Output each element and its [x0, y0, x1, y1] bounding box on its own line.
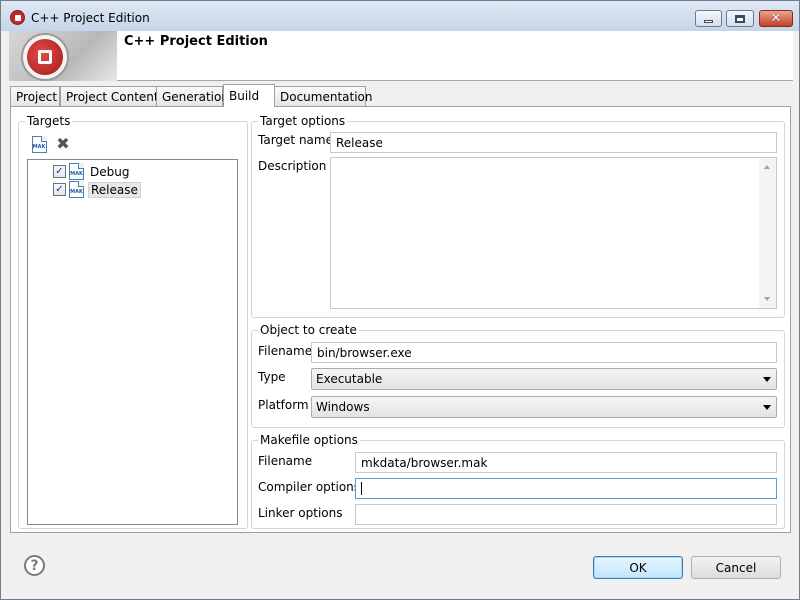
type-label: Type — [258, 370, 286, 384]
target-name-label: Target name — [258, 133, 333, 147]
header-banner: C++ Project Edition — [9, 31, 793, 81]
platform-select-value: Windows — [316, 400, 370, 414]
app-icon — [10, 10, 25, 25]
release-checkbox[interactable]: ✓ — [53, 183, 66, 196]
object-filename-input[interactable]: bin/browser.exe — [311, 342, 777, 363]
scroll-down-icon[interactable] — [764, 297, 770, 301]
tree-item-label: Debug — [90, 164, 130, 179]
description-label: Description — [258, 159, 327, 173]
tree-item-release[interactable]: ✓ MAK Release — [53, 181, 141, 198]
debug-checkbox[interactable]: ✓ — [53, 165, 66, 178]
build-tab-page: Targets MAK ✖ ✓ MAK Debug ✓ MAK Release … — [10, 106, 791, 533]
object-filename-label: Filename — [258, 344, 313, 358]
add-target-button[interactable]: MAK — [29, 134, 49, 154]
makefile-filename-input[interactable]: mkdata/browser.mak — [355, 452, 777, 473]
window-title: C++ Project Edition — [31, 11, 150, 25]
mak-file-icon: MAK — [69, 181, 84, 198]
close-button[interactable]: ✕ — [759, 10, 793, 27]
help-question-icon[interactable]: ? — [24, 555, 45, 576]
targets-tree[interactable]: ✓ MAK Debug ✓ MAK Release — [27, 159, 238, 525]
mak-file-icon: MAK — [31, 135, 47, 153]
makefile-filename-label: Filename — [258, 454, 313, 468]
description-textarea[interactable] — [330, 157, 777, 309]
linker-options-input[interactable] — [355, 504, 777, 525]
object-to-create-group-title: Object to create — [258, 323, 359, 337]
compiler-options-label: Compiler options — [258, 480, 361, 494]
tab-project-content[interactable]: Project Content — [60, 86, 164, 106]
mak-icon-label: MAK — [70, 189, 83, 195]
minimize-icon — [704, 20, 713, 23]
description-scrollbar[interactable] — [759, 158, 776, 308]
project-edition-dialog: C++ Project Edition ✕ C++ Project Editio… — [0, 0, 800, 600]
tab-project[interactable]: Project — [10, 86, 60, 106]
platform-select[interactable]: Windows — [311, 396, 777, 418]
tree-item-label: Release — [88, 181, 141, 198]
tab-documentation[interactable]: Documentation — [274, 86, 373, 106]
chevron-down-icon — [763, 405, 771, 410]
makefile-options-group-title: Makefile options — [258, 433, 360, 447]
tab-build[interactable]: Build — [223, 84, 275, 107]
minimize-button[interactable] — [695, 10, 722, 27]
target-name-input[interactable]: Release — [330, 132, 777, 153]
mak-icon-label: MAK — [70, 171, 83, 177]
cancel-button[interactable]: Cancel — [691, 556, 781, 579]
scroll-up-icon[interactable] — [764, 165, 770, 169]
compiler-options-input[interactable] — [355, 478, 777, 499]
maximize-button[interactable] — [726, 10, 754, 27]
platform-label: Platform — [258, 398, 309, 412]
type-select[interactable]: Executable — [311, 368, 777, 390]
maximize-icon — [735, 14, 745, 23]
mak-file-icon: MAK — [69, 163, 84, 180]
type-select-value: Executable — [316, 372, 383, 386]
product-logo — [9, 31, 117, 81]
linker-options-label: Linker options — [258, 506, 343, 520]
mak-icon-label: MAK — [32, 143, 46, 150]
delete-x-icon: ✖ — [56, 134, 70, 153]
banner-title: C++ Project Edition — [124, 34, 268, 49]
target-options-group-title: Target options — [258, 114, 348, 128]
logo-icon — [23, 35, 67, 79]
ok-button[interactable]: OK — [593, 556, 683, 579]
tree-item-debug[interactable]: ✓ MAK Debug — [53, 163, 131, 180]
title-bar: C++ Project Edition ✕ — [1, 1, 799, 31]
tab-generation[interactable]: Generation — [156, 86, 229, 106]
targets-group-title: Targets — [25, 114, 73, 128]
text-caret — [361, 482, 362, 495]
chevron-down-icon — [763, 377, 771, 382]
delete-target-button[interactable]: ✖ — [53, 134, 73, 154]
close-icon: ✕ — [770, 11, 782, 26]
